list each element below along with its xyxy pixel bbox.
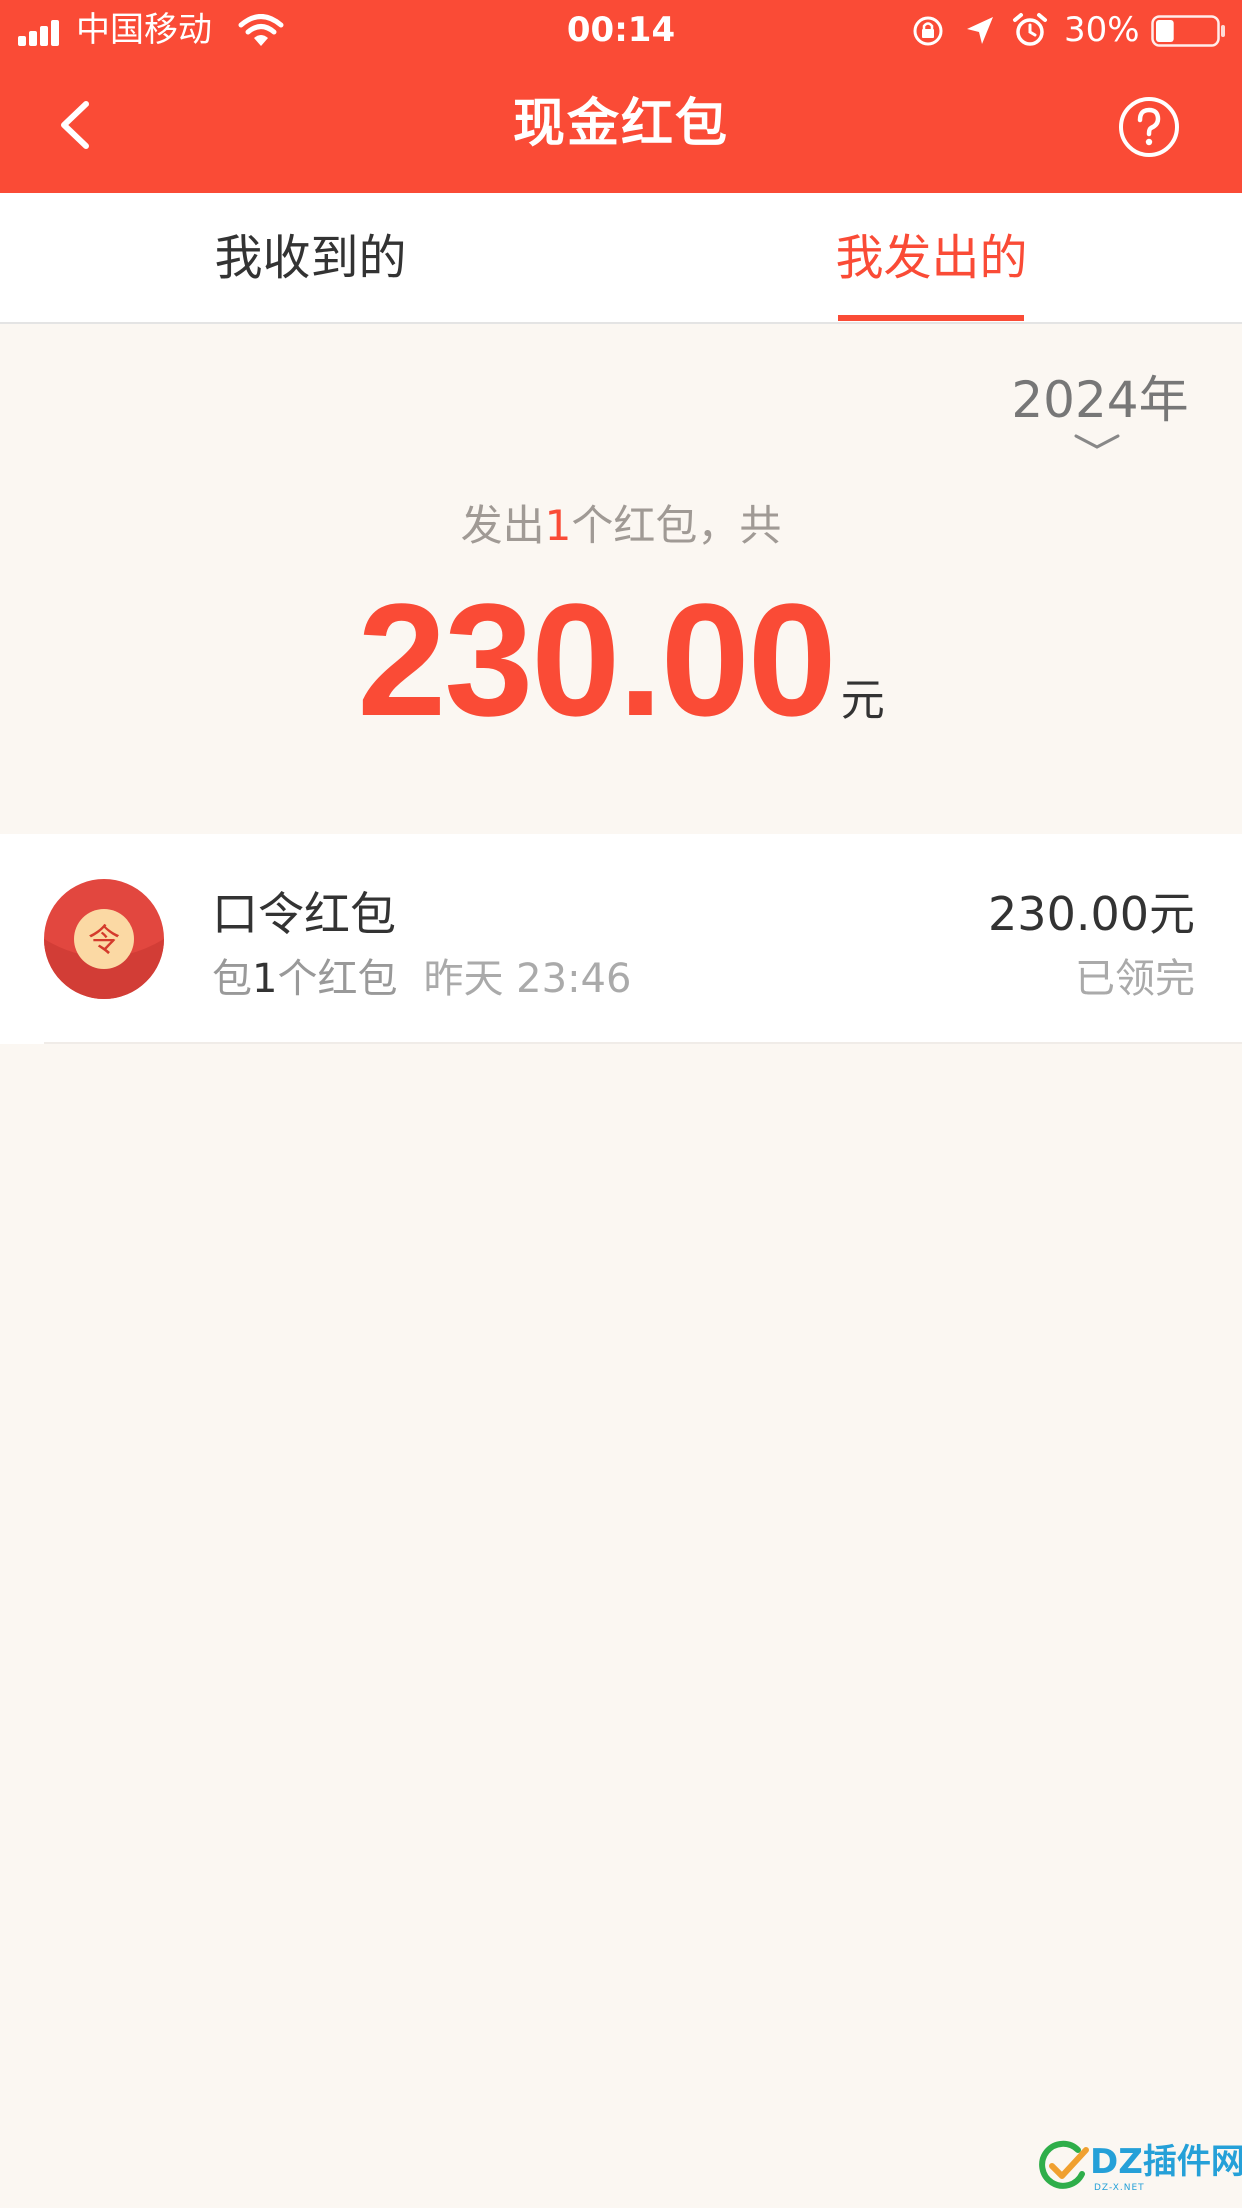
battery-percent: 30%: [1064, 10, 1140, 50]
summary-text: 发出1个红包，共: [0, 498, 1242, 554]
red-envelope-glyph: 令: [88, 921, 120, 959]
status-time: 00:14: [566, 10, 676, 50]
rotation-lock-icon: [913, 16, 943, 46]
watermark: DZ插件网 DZ-X.NET: [1038, 2140, 1242, 2200]
record-time: 昨天 23:46: [423, 956, 632, 1002]
page-title: 现金红包: [512, 94, 729, 154]
record-desc-count: 1: [252, 956, 278, 1002]
record-list: 令 口令红包 包1个红包 昨天 23:46 230.00元 已领完: [0, 834, 1242, 1044]
alarm-icon: [1013, 13, 1047, 46]
total-amount: 230.00: [357, 570, 836, 749]
header: 中国移动 00:14 30% 现金红包: [0, 0, 1242, 193]
summary-suffix: 个红包，共: [571, 501, 782, 550]
total-amount-unit: 元: [840, 675, 885, 726]
year-selector[interactable]: 2024年: [1000, 368, 1200, 458]
watermark-subtext: DZ-X.NET: [1094, 2183, 1145, 2193]
watermark-text: DZ插件网: [1090, 2142, 1242, 2182]
tab-sent[interactable]: 我发出的: [621, 193, 1242, 322]
summary-count: 1: [544, 501, 572, 550]
record-desc-prefix: 包: [212, 956, 252, 1002]
total-amount-row: 230.00 元: [0, 580, 1242, 740]
record-meta: 包1个红包 昨天 23:46: [212, 952, 631, 1006]
year-label: 2024年: [1011, 371, 1189, 429]
record-title: 口令红包: [212, 887, 396, 941]
record-desc-suffix: 个红包: [277, 956, 398, 1002]
list-item[interactable]: 令 口令红包 包1个红包 昨天 23:46 230.00元 已领完: [0, 834, 1242, 1044]
summary-prefix: 发出: [460, 501, 545, 550]
tab-bar: 我收到的 我发出的: [0, 193, 1242, 324]
tab-received[interactable]: 我收到的: [0, 193, 621, 322]
watermark-logo-icon: [1039, 2140, 1089, 2189]
status-bar: 中国移动 00:14 30%: [0, 0, 1242, 60]
battery-level-fill: [1156, 20, 1174, 42]
record-amount: 230.00元: [988, 887, 1195, 941]
battery-icon: [1151, 15, 1225, 47]
divider: [44, 1042, 1242, 1044]
help-icon[interactable]: [1118, 96, 1180, 158]
record-status: 已领完: [1075, 956, 1195, 1002]
red-envelope-icon: 令: [44, 879, 164, 999]
active-tab-indicator: [838, 315, 1024, 321]
location-arrow-icon: [967, 17, 993, 44]
chevron-down-icon: [1074, 434, 1120, 449]
